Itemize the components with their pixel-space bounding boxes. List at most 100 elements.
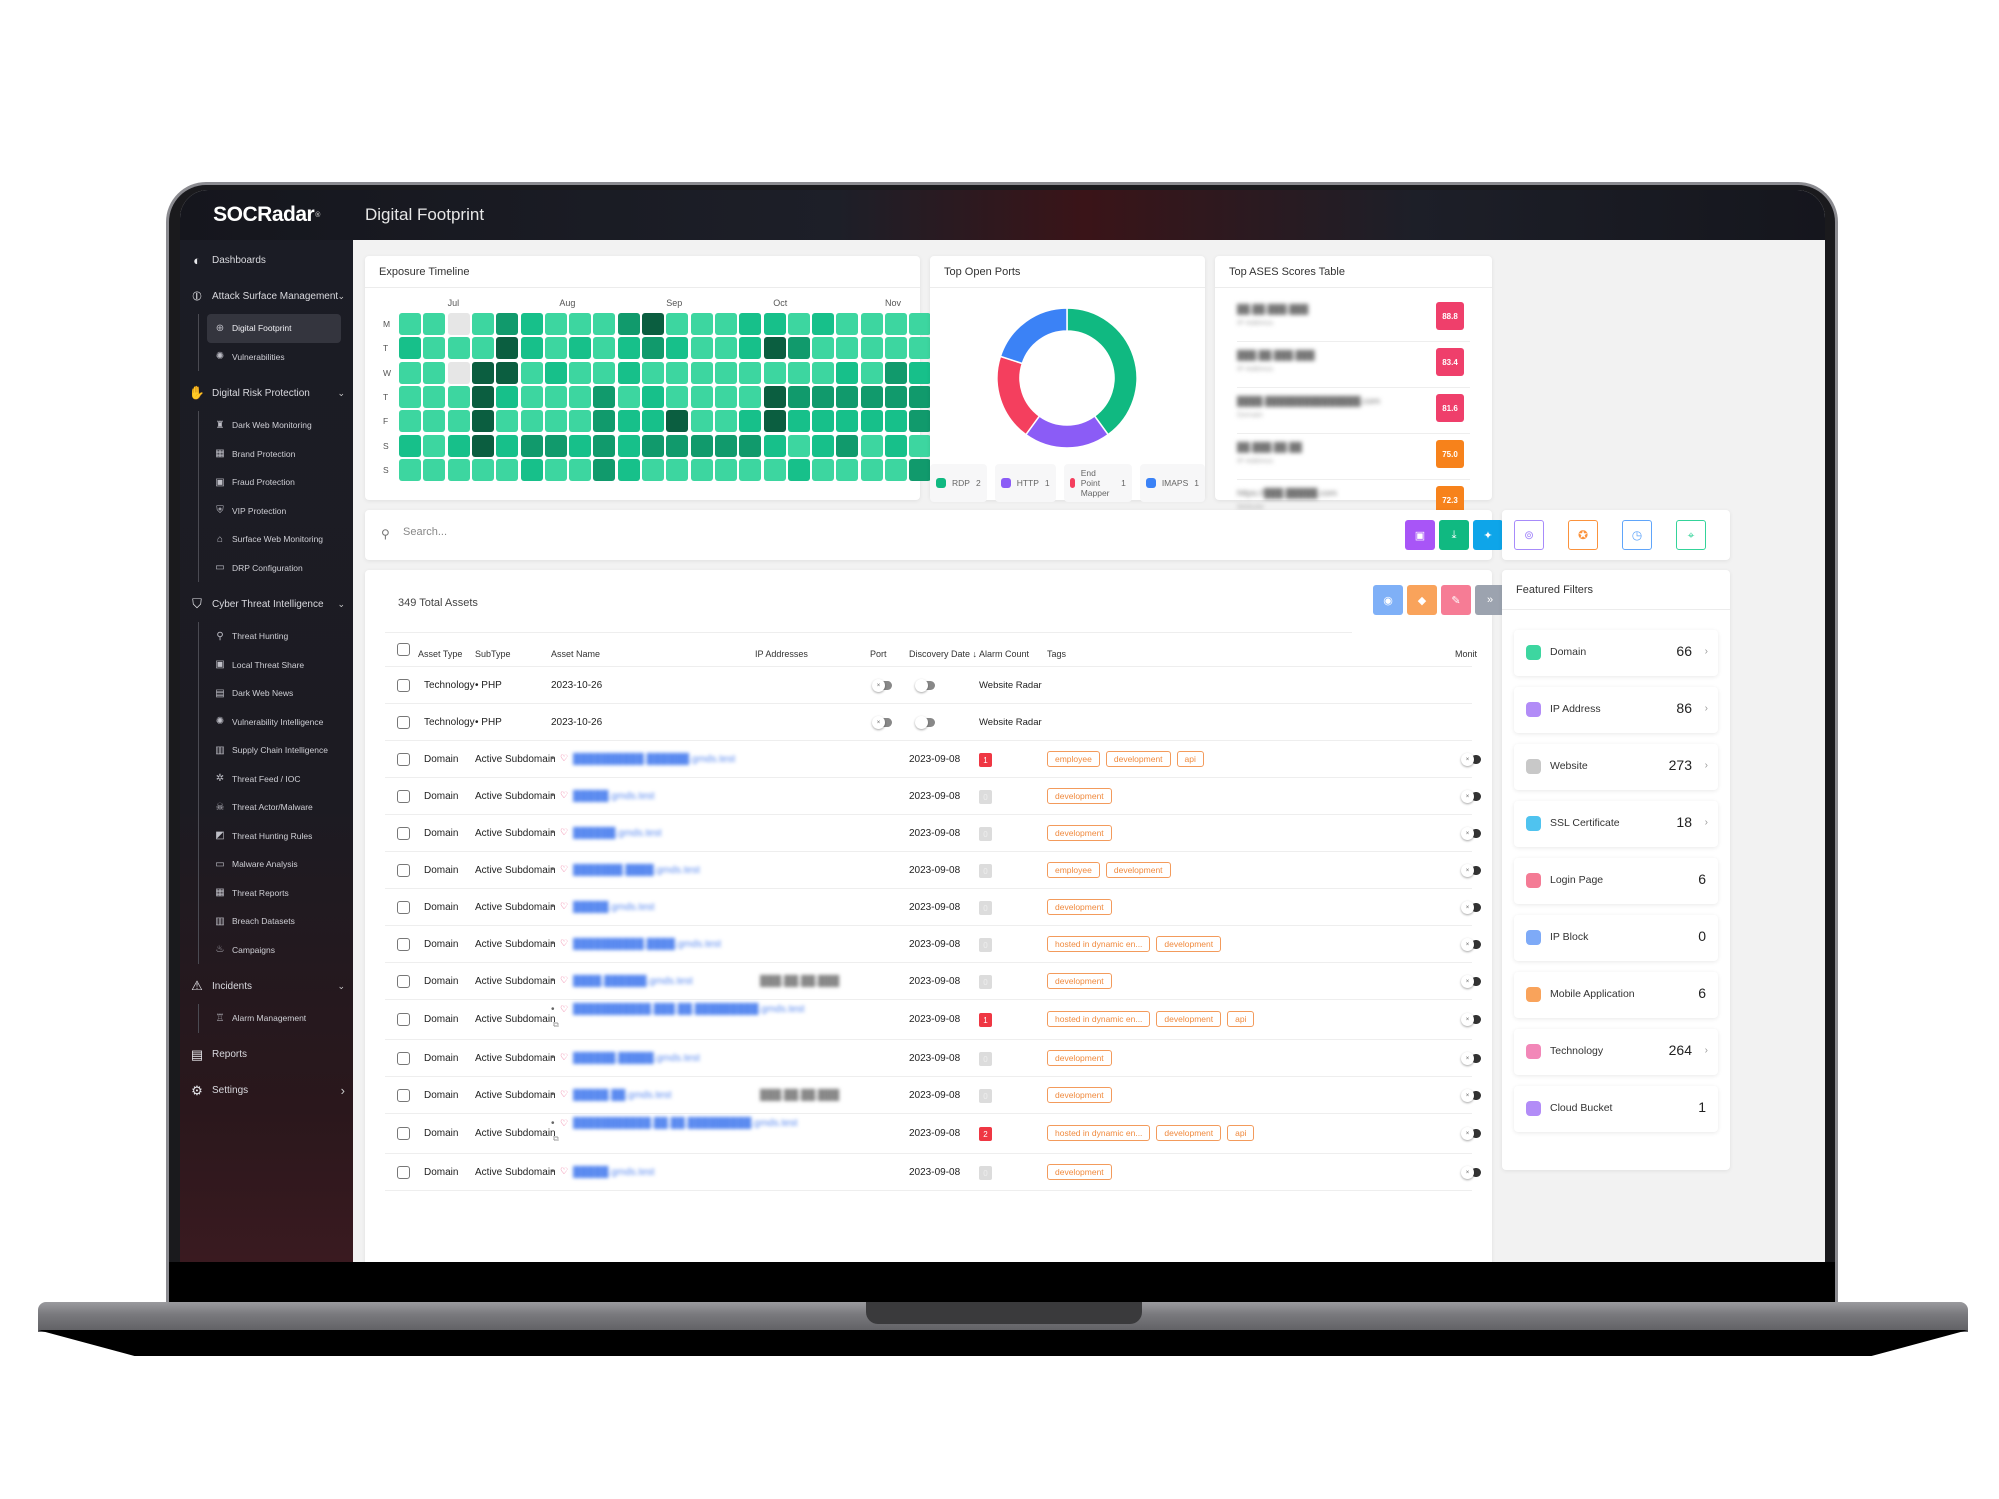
featured-filter-cloud-bucket[interactable]: Cloud Bucket 1 <box>1514 1086 1718 1132</box>
heatmap-cell[interactable] <box>836 410 859 433</box>
tag-development[interactable]: development <box>1156 1011 1222 1027</box>
calendar-button[interactable]: ▣ <box>1405 520 1435 550</box>
heatmap-cell[interactable] <box>714 434 737 457</box>
sidebar-item-drp-configuration[interactable]: ▭ DRP Configuration <box>207 554 353 583</box>
heatmap-cell[interactable] <box>447 361 470 384</box>
heatmap-cell[interactable] <box>593 337 616 360</box>
heatmap-cell[interactable] <box>836 313 859 335</box>
monitor-toggle[interactable]: × <box>1461 753 1483 766</box>
heatmap-cell[interactable] <box>763 458 786 481</box>
sidebar-item-dark-web-news[interactable]: ▤ Dark Web News <box>207 679 353 708</box>
heatmap-cell[interactable] <box>520 385 543 408</box>
heatmap-cell[interactable] <box>739 434 762 457</box>
chevron-down-icon[interactable]: ⌄ <box>337 981 345 992</box>
port-toggle[interactable]: × <box>872 679 894 692</box>
heatmap-cell[interactable] <box>423 337 446 360</box>
heatmap-cell[interactable] <box>739 361 762 384</box>
column-header-subtype[interactable]: SubType <box>475 649 511 659</box>
heatmap-cell[interactable] <box>642 434 664 457</box>
heatmap-cell[interactable] <box>836 337 859 360</box>
alarm-count-badge[interactable]: 1 <box>979 753 992 767</box>
sidebar-item-brand-protection[interactable]: ▦ Brand Protection <box>207 440 353 469</box>
heatmap-cell[interactable] <box>496 361 519 384</box>
heatmap-cell[interactable] <box>471 313 494 335</box>
search-input[interactable] <box>403 520 1003 544</box>
heatmap-cell[interactable] <box>739 313 762 335</box>
asset-name-link[interactable]: █████.gmds.test <box>573 902 655 913</box>
monitor-toggle[interactable]: × <box>1461 790 1483 803</box>
heatmap-cell[interactable] <box>763 313 786 335</box>
heatmap-cell[interactable] <box>909 434 932 457</box>
heatmap-cell[interactable] <box>860 410 883 433</box>
chevron-right-icon[interactable]: › <box>1705 703 1708 714</box>
asset-name-link[interactable]: ██████.gmds.test <box>573 828 662 839</box>
heatmap-cell[interactable] <box>520 458 543 481</box>
table-row[interactable]: Domain Active Subdomain • ♡ █████.gmds.test 2… <box>385 889 1481 926</box>
heatmap-cell[interactable] <box>690 337 713 360</box>
sidebar-item-fraud-protection[interactable]: ▣ Fraud Protection <box>207 468 353 497</box>
sidebar-section-cyber-threat-intelligence[interactable]: ⛉ Cyber Threat Intelligence ⌄ <box>180 590 353 618</box>
sidebar-item-threat-actor-malware[interactable]: ☠ Threat Actor/Malware <box>207 793 353 822</box>
heatmap-cell[interactable] <box>544 434 567 457</box>
heatmap-cell[interactable] <box>787 458 810 481</box>
table-row[interactable]: Domain Active Subdomain • ♡ ██████████.████.… <box>385 926 1481 963</box>
featured-filter-mobile-application[interactable]: Mobile Application 6 <box>1514 972 1718 1018</box>
heatmap-cell[interactable] <box>714 361 737 384</box>
alarm-count-badge-zero[interactable]: 0 <box>979 1089 992 1103</box>
sidebar-item-vulnerabilities[interactable]: ✺ Vulnerabilities <box>207 343 353 372</box>
row-checkbox[interactable] <box>397 1166 410 1179</box>
heatmap-cell[interactable] <box>520 361 543 384</box>
heatmap-cell[interactable] <box>423 385 446 408</box>
heatmap-cell[interactable] <box>471 337 494 360</box>
monitor-toggle[interactable]: × <box>1461 938 1483 951</box>
asset-name-link[interactable]: ██████.█████.gmds.test <box>573 1053 700 1064</box>
legend-item-rdp[interactable]: RDP 2 <box>930 464 987 502</box>
asset-name-link[interactable]: █████.██.gmds.test <box>573 1090 672 1101</box>
sidebar-section-dashboards[interactable]: ◐ Dashboards <box>180 246 353 274</box>
sidebar-section-attack-surface-management[interactable]: ⦶ Attack Surface Management ⌄ <box>180 282 353 310</box>
table-row[interactable]: Technology • PHP 2023-10-26 × Website Radar <box>385 667 1472 704</box>
heatmap-cell[interactable] <box>860 385 883 408</box>
chevron-right-icon[interactable]: › <box>1705 1045 1708 1056</box>
heatmap-cell[interactable] <box>593 434 616 457</box>
tag-api[interactable]: api <box>1176 751 1204 767</box>
heatmap-cell[interactable] <box>690 313 713 335</box>
heatmap-cell[interactable] <box>666 410 689 433</box>
heatmap-cell[interactable] <box>763 337 786 360</box>
featured-filter-login-page[interactable]: Login Page 6 <box>1514 858 1718 904</box>
monitor-toggle[interactable]: × <box>1461 1127 1483 1140</box>
column-header-ip-addresses[interactable]: IP Addresses <box>755 649 808 659</box>
heatmap-cell[interactable] <box>812 337 835 360</box>
heatmap-cell[interactable] <box>471 410 494 433</box>
dislike-icon[interactable]: ♡ <box>560 790 568 801</box>
heatmap-cell[interactable] <box>666 361 689 384</box>
heatmap-cell[interactable] <box>836 434 859 457</box>
column-header-discovery-date[interactable]: Discovery Date ↓ <box>909 649 977 659</box>
sidebar-item-local-threat-share[interactable]: ▣ Local Threat Share <box>207 651 353 680</box>
heatmap-cell[interactable] <box>569 458 592 481</box>
legend-item-http[interactable]: HTTP 1 <box>994 464 1056 502</box>
heatmap-cell[interactable] <box>399 337 421 360</box>
sidebar-section-incidents[interactable]: ⚠ Incidents ⌄ <box>180 972 353 1000</box>
tag-api[interactable]: api <box>1227 1011 1255 1027</box>
tag-hosted[interactable]: hosted in dynamic en... <box>1047 1125 1151 1141</box>
donut-slice-end-point-mapper[interactable] <box>996 355 1041 436</box>
alarm-count-badge[interactable]: 2 <box>979 1127 992 1141</box>
chevron-right-icon[interactable]: › <box>1705 817 1708 828</box>
row-checkbox[interactable] <box>397 901 410 914</box>
heatmap-cell[interactable] <box>666 434 689 457</box>
heatmap-cell[interactable] <box>666 458 689 481</box>
featured-filter-ssl-certificate[interactable]: SSL Certificate 18 › <box>1514 801 1718 847</box>
tag-development[interactable]: development <box>1105 862 1171 878</box>
socradar-logo[interactable]: SOC Radar ® <box>180 203 353 227</box>
location-filter-button[interactable]: ⊚ <box>1514 520 1544 550</box>
heatmap-cell[interactable] <box>423 313 446 335</box>
heatmap-cell[interactable] <box>642 385 664 408</box>
heatmap-cell[interactable] <box>812 434 835 457</box>
heatmap-cell[interactable] <box>909 385 932 408</box>
dislike-icon[interactable]: ♡ <box>560 938 568 949</box>
heatmap-cell[interactable] <box>690 410 713 433</box>
column-header-asset-type[interactable]: Asset Type <box>418 649 462 659</box>
column-header-asset-name[interactable]: Asset Name <box>551 649 600 659</box>
heatmap-cell[interactable] <box>593 458 616 481</box>
